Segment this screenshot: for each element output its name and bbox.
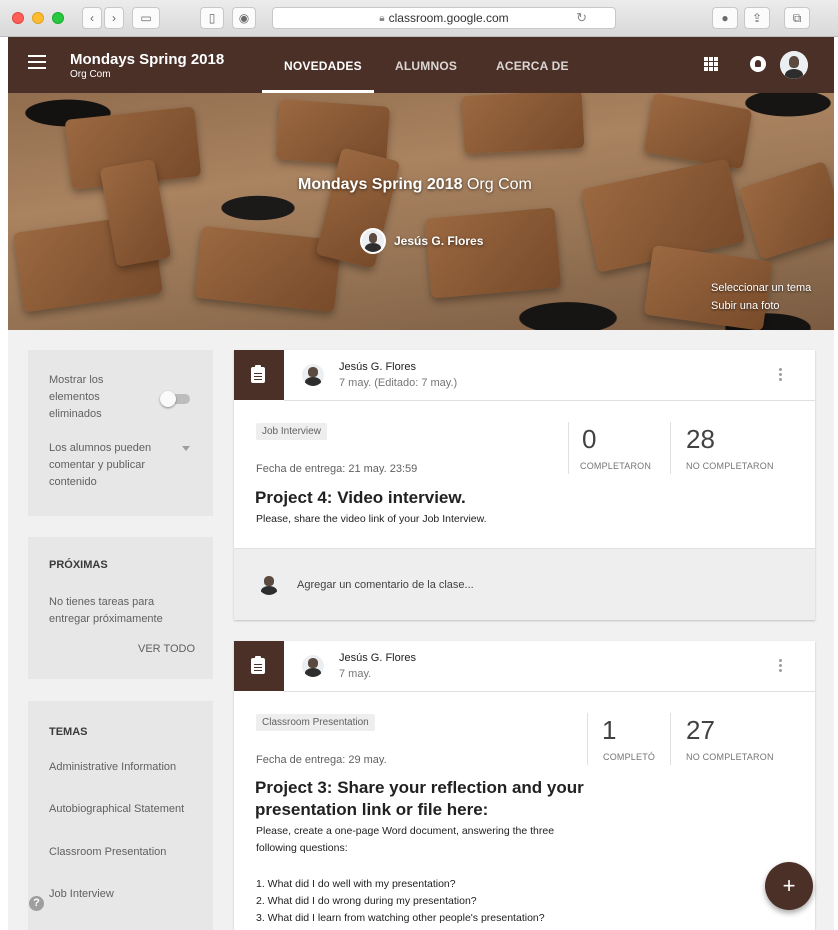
description-line: Please, create a one-page Word document,… [256,825,555,837]
assignment-title[interactable]: Project 3: Share your reflection and you… [255,777,584,821]
upload-photo-link[interactable]: Subir una foto [711,300,780,312]
menu-icon[interactable] [28,55,46,69]
topic-item[interactable]: Autobiographical Statement [49,803,184,815]
not-completed-label: NO COMPLETARON [686,461,774,471]
assignment-icon [251,656,265,674]
due-date: Fecha de entrega: 29 may. [256,754,387,766]
assignment-badge [234,641,284,691]
apps-grid-icon[interactable] [704,57,718,71]
student-permission-select[interactable]: Los alumnos pueden comentar y publicar c… [49,440,174,491]
post-date: 7 may. (Editado: 7 may.) [339,377,458,389]
assignment-description: Please, create a one-page Word document,… [256,823,554,857]
class-banner: Mondays Spring 2018 Org Com Jesús G. Flo… [8,93,834,330]
topic-chip[interactable]: Job Interview [256,423,327,440]
notifications-icon[interactable] [750,56,766,72]
post-author: Jesús G. Flores [339,361,417,373]
tabs-icon[interactable]: ⧉ [784,7,810,29]
topics-heading: TEMAS [49,726,88,738]
assignment-title[interactable]: Project 4: Video interview. [255,487,466,509]
completed-count[interactable]: 1 [602,715,616,746]
not-completed-count[interactable]: 28 [686,424,715,455]
author-avatar [302,655,324,677]
due-date: Fecha de entrega: 21 may. 23:59 [256,463,418,475]
post-author: Jesús G. Flores [339,652,417,664]
question-item: 3. What did I learn from watching other … [256,912,545,924]
show-deleted-label: Mostrar los elementos eliminados [49,374,104,420]
author-avatar [302,364,324,386]
reload-icon[interactable]: ↻ [576,10,587,26]
banner-class-title: Mondays Spring 2018 Org Com [298,176,532,193]
minimize-window-button[interactable] [32,12,44,24]
description-line: following questions: [256,842,348,854]
back-button[interactable]: ‹ [82,7,102,29]
zoom-window-button[interactable] [52,12,64,24]
completed-label: COMPLETÓ [603,752,656,762]
completed-label: COMPLETARON [580,461,652,471]
browser-toolbar: ‹ › ▭ ▯ ◉ 🔒︎ classroom.google.com ↻ ● ⇪ … [0,0,838,37]
assignment-title-line: Project 3: Share your reflection and you… [255,778,584,797]
class-name[interactable]: Mondays Spring 2018 [70,51,224,68]
assignment-post: Jesús G. Flores 7 may. (Editado: 7 may.)… [234,350,815,620]
assignment-icon [251,365,265,383]
sidebar-toggle-icon[interactable]: ▭ [132,7,160,29]
not-completed-label: NO COMPLETARON [686,752,774,762]
more-options-icon[interactable] [779,659,783,673]
privacy-icon[interactable]: ● [712,7,738,29]
class-comment-input[interactable]: Agregar un comentario de la clase... [234,548,815,620]
tab-novedades[interactable]: NOVEDADES [284,59,362,73]
user-avatar[interactable] [780,51,808,79]
help-icon[interactable]: ? [29,896,44,911]
add-button[interactable]: + [765,862,813,910]
address-bar[interactable]: 🔒︎ classroom.google.com ↻ [272,7,616,29]
topic-item[interactable]: Administrative Information [49,761,176,773]
topic-item[interactable]: Classroom Presentation [49,846,166,858]
more-options-icon[interactable] [779,368,783,382]
upcoming-heading: PRÓXIMAS [49,559,108,571]
tab-alumnos[interactable]: ALUMNOS [395,59,457,73]
completed-count[interactable]: 0 [582,424,596,455]
reader-icon[interactable]: ▯ [200,7,224,29]
share-icon[interactable]: ⇪ [744,7,770,29]
close-window-button[interactable] [12,12,24,24]
forward-button[interactable]: › [104,7,124,29]
view-all-link[interactable]: VER TODO [138,643,195,655]
chevron-down-icon[interactable] [182,446,190,451]
teacher-avatar [360,228,386,254]
assignment-post: Jesús G. Flores 7 may. Classroom Present… [234,641,815,930]
tab-acerca-de[interactable]: ACERCA DE [496,59,569,73]
assignment-badge [234,350,284,400]
lock-icon: 🔒︎ [379,12,385,24]
assignment-description: Please, share the video link of your Job… [256,513,487,525]
url-text: classroom.google.com [388,11,509,25]
comment-placeholder: Agregar un comentario de la clase... [297,579,474,591]
extension-icon[interactable]: ◉ [232,7,256,29]
topic-item[interactable]: Job Interview [49,888,114,900]
question-item: 1. What did I do well with my presentati… [256,878,456,890]
upcoming-empty-text: No tienes tareas para entregar próximame… [49,596,163,625]
not-completed-count[interactable]: 27 [686,715,715,746]
show-deleted-toggle[interactable] [160,391,192,407]
class-section: Org Com [70,69,111,80]
select-theme-link[interactable]: Seleccionar un tema [711,282,811,294]
post-date: 7 may. [339,668,372,680]
topic-chip[interactable]: Classroom Presentation [256,714,375,731]
app-header: Mondays Spring 2018 Org Com NOVEDADES AL… [8,37,834,93]
assignment-title-line: presentation link or file here: [255,800,489,819]
question-list: 1. What did I do well with my presentati… [256,876,545,927]
banner-teacher: Jesús G. Flores [360,228,483,254]
commenter-avatar [258,573,280,595]
question-item: 2. What did I do wrong during my present… [256,895,477,907]
teacher-name: Jesús G. Flores [394,234,484,248]
